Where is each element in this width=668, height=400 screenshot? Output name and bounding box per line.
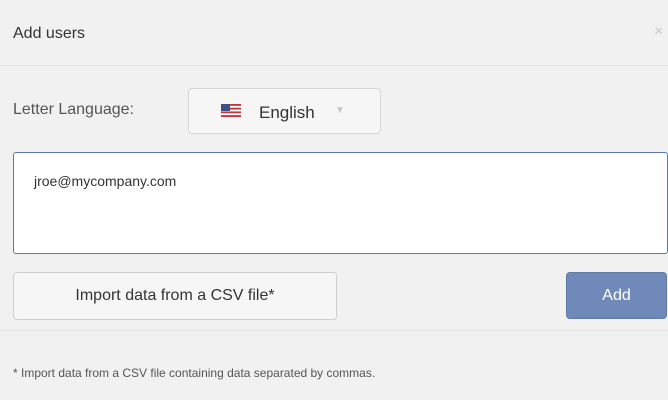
footer-divider — [0, 330, 668, 331]
selected-language: English — [259, 103, 315, 122]
dialog-header: Add users × — [0, 0, 668, 66]
dialog-title: Add users — [13, 25, 86, 42]
letter-language-label: Letter Language: — [13, 101, 134, 118]
csv-footnote: * Import data from a CSV file containing… — [13, 366, 376, 380]
emails-textarea[interactable]: jroe@mycompany.com — [13, 152, 668, 254]
language-select[interactable]: English ▼ — [188, 88, 381, 134]
add-button[interactable]: Add — [566, 272, 667, 319]
import-csv-button[interactable]: Import data from a CSV file* — [13, 272, 337, 320]
close-icon[interactable]: × — [654, 23, 663, 41]
chevron-down-icon: ▼ — [335, 105, 345, 116]
us-flag-icon — [221, 104, 241, 117]
add-users-dialog: Add users × Letter Language: English ▼ j… — [0, 0, 668, 400]
